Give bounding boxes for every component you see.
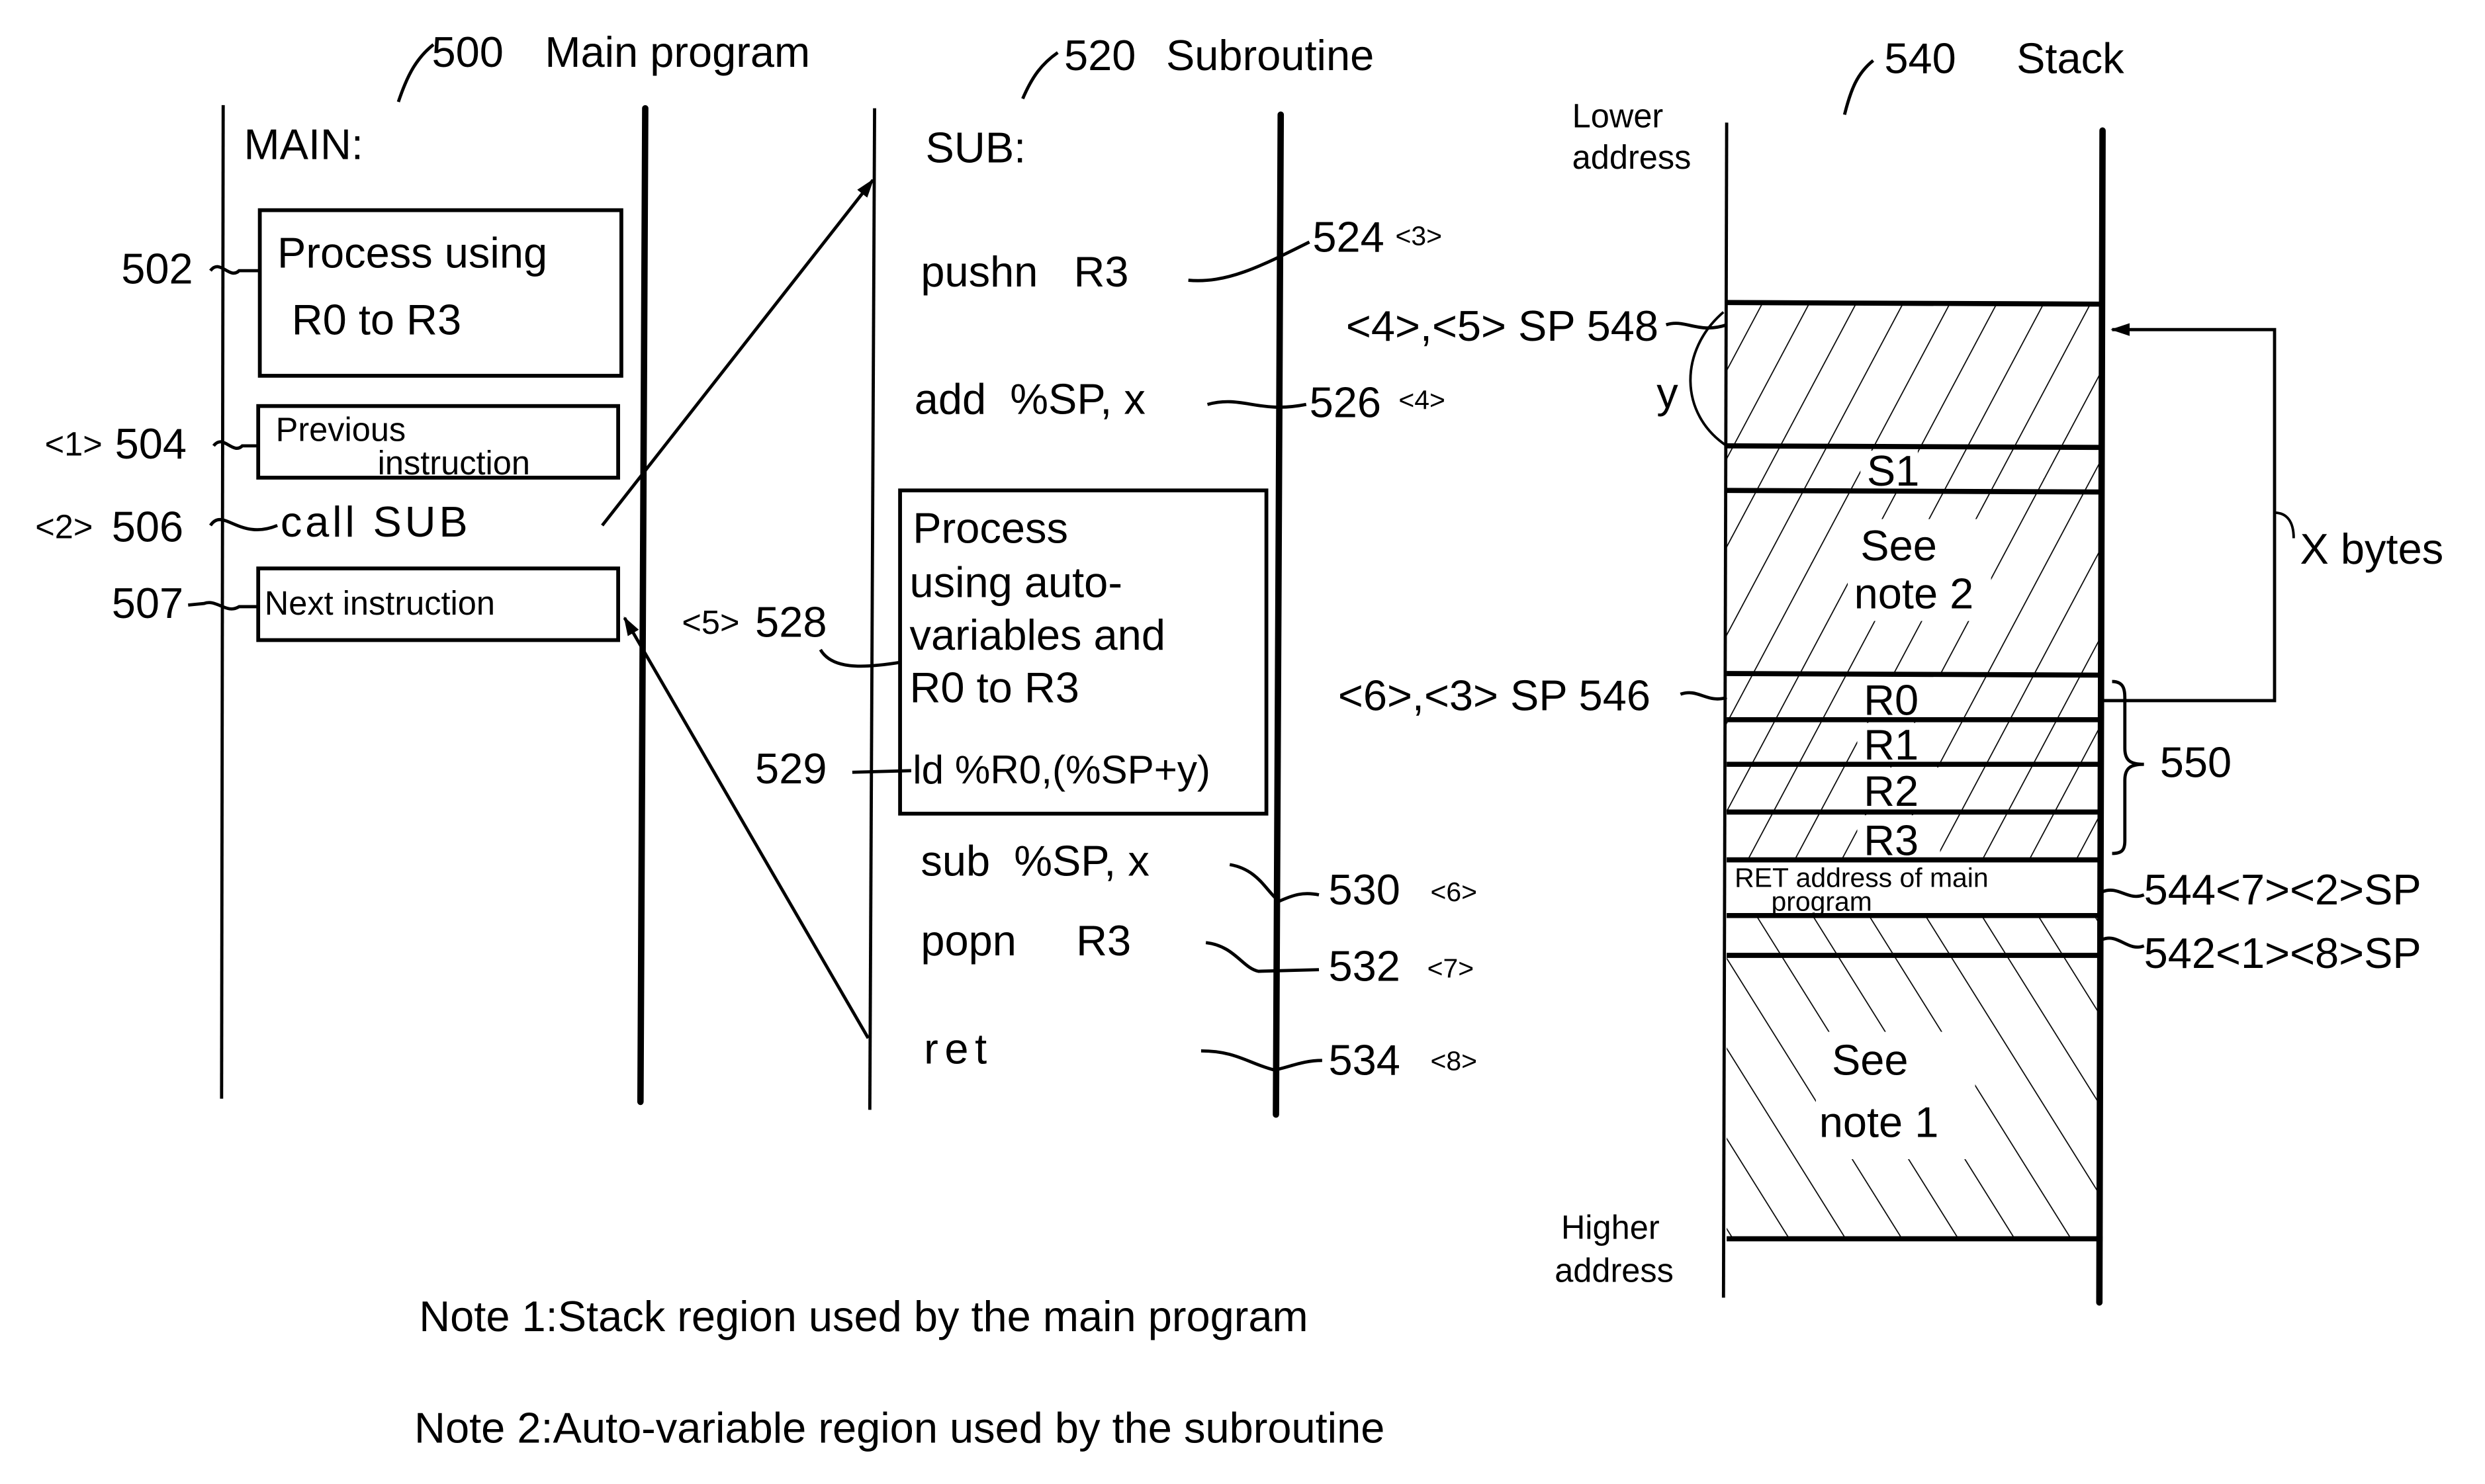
stack-frame-diagram: 500 Main program MAIN: Process using R0 … (35, 28, 2444, 1452)
ref-529: 529 (755, 744, 827, 793)
main-label: MAIN: (244, 120, 363, 169)
main-right-rail (637, 105, 649, 1106)
step-7-label: <7> (1427, 953, 1474, 984)
stack-left-rail (1721, 122, 1729, 1298)
step-1-label: <1> (45, 425, 103, 462)
instr-ld: ld %R0,(%SP+y) (913, 748, 1210, 792)
process-528-line4: R0 to R3 (910, 663, 1079, 711)
next-instruction-text: Next instruction (265, 584, 495, 622)
y-offset-label: y (1656, 369, 1678, 417)
cell-note2-line2: note 2 (1854, 569, 1974, 617)
ref-530: 530 (1328, 865, 1400, 914)
cell-r3-label: R3 (1864, 816, 1919, 864)
pointer-544-leader (2102, 889, 2145, 898)
cell-r2-label: R2 (1864, 767, 1919, 815)
ref-507: 507 (112, 579, 183, 627)
stack-cell-main-top (1727, 915, 2100, 955)
ref-526: 526 (1310, 378, 1381, 427)
stack-title: Stack (2016, 34, 2124, 83)
ref-504: 504 (115, 419, 187, 468)
stack-column: 540 Stack Lower address Higher address S… (1338, 34, 2444, 1306)
ref-502: 502 (121, 244, 193, 292)
step-2-label: <2> (35, 507, 93, 545)
leader-526 (1206, 400, 1307, 409)
pointer-542-leader (2102, 936, 2145, 949)
sub-left-rail (868, 108, 876, 1110)
main-program-ref: 500 (432, 28, 504, 76)
y-offset-arc (1689, 311, 1728, 447)
stack-cell-autovar-top (1727, 302, 2100, 446)
leader-528 (819, 648, 901, 668)
leader-529 (852, 769, 911, 774)
leader-504 (212, 440, 259, 450)
instr-pushn: pushn R3 (921, 247, 1128, 296)
higher-address-line1: Higher (1561, 1208, 1660, 1246)
pointer-544-label: 544<7><2>SP (2144, 865, 2421, 914)
process-528-line3: variables and (910, 611, 1165, 659)
process-502-line1: Process using (277, 228, 547, 277)
instr-popn: popn R3 (921, 916, 1131, 965)
main-program-title: Main program (545, 28, 810, 76)
subroutine-leader (1021, 51, 1059, 100)
cell-r0-label: R0 (1864, 676, 1919, 724)
stack-ref: 540 (1884, 34, 1956, 83)
pointer-546-leader (1680, 691, 1727, 701)
leader-534 (1200, 1049, 1322, 1072)
step-5-label: <5> (682, 603, 739, 641)
cell-ret-line2: program (1772, 887, 1872, 917)
step-3-label: <3> (1396, 221, 1443, 251)
cell-note1-line1: See (1832, 1035, 1909, 1084)
main-program-column: 500 Main program MAIN: Process using R0 … (35, 28, 810, 1106)
sub-right-rail (1273, 111, 1285, 1118)
pointer-548-label: <4>,<5> SP 548 (1346, 302, 1658, 350)
leader-502 (209, 265, 260, 275)
instr-sub: sub %SP, x (921, 837, 1150, 885)
previous-line2: instruction (378, 444, 530, 482)
ref-532: 532 (1328, 941, 1400, 990)
cell-note1-line2: note 1 (1819, 1098, 1939, 1146)
cell-note2-line1: See (1860, 521, 1937, 570)
cell-r1-label: R1 (1864, 720, 1919, 769)
leader-524 (1188, 240, 1310, 283)
step-8-label: <8> (1430, 1045, 1477, 1076)
stack-leader (1842, 59, 1875, 115)
pointer-542-label: 542<1><8>SP (2144, 929, 2421, 977)
main-left-rail (220, 105, 225, 1099)
register-group-brace (2112, 679, 2144, 855)
call-sub-instruction: call SUB (281, 498, 471, 546)
ref-534: 534 (1328, 1035, 1400, 1084)
process-528-line2: using auto- (910, 558, 1122, 606)
lower-address-line1: Lower (1572, 97, 1664, 135)
note-2: Note 2:Auto-variable region used by the … (414, 1403, 1384, 1452)
instr-add: add %SP, x (915, 375, 1146, 423)
register-group-ref: 550 (2160, 738, 2232, 786)
x-bytes-tick (2274, 511, 2295, 539)
pointer-546-label: <6>,<3> SP 546 (1338, 671, 1650, 719)
ref-524: 524 (1312, 212, 1384, 261)
subroutine-title: Subroutine (1166, 31, 1374, 79)
previous-line1: Previous (276, 411, 406, 449)
higher-address-line2: address (1555, 1251, 1674, 1289)
leader-532 (1205, 941, 1320, 973)
process-502-line2: R0 to R3 (292, 295, 461, 343)
subroutine-ref: 520 (1064, 31, 1136, 79)
cell-s1-label: S1 (1867, 447, 1919, 495)
process-528-line1: Process (913, 504, 1068, 552)
main-program-leader (396, 43, 435, 103)
step-6-label: <6> (1430, 877, 1477, 907)
pointer-548-leader (1665, 322, 1727, 330)
lower-address-line2: address (1572, 138, 1692, 176)
note-1: Note 1:Stack region used by the main pro… (419, 1292, 1308, 1340)
leader-506 (208, 517, 278, 531)
ref-506: 506 (112, 502, 183, 550)
x-bytes-label: X bytes (2300, 525, 2444, 573)
step-4-label: <4> (1398, 385, 1445, 415)
x-bytes-bracket (2102, 323, 2277, 703)
sub-label: SUB: (926, 123, 1026, 171)
instr-ret: ret (924, 1025, 993, 1073)
return-arrow (623, 616, 870, 1039)
subroutine-column: 520 Subroutine SUB: pushn R3 524 <3> add… (682, 31, 1477, 1118)
ref-528: 528 (755, 598, 827, 646)
